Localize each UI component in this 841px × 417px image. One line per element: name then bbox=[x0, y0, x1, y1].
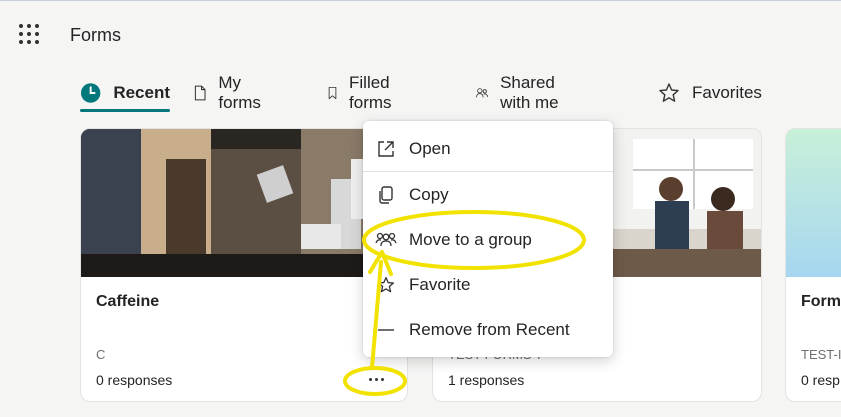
menu-item-move-to-group[interactable]: Move to a group bbox=[363, 220, 613, 260]
more-options-button[interactable] bbox=[363, 369, 389, 389]
menu-item-label: Favorite bbox=[409, 275, 471, 294]
clock-icon bbox=[80, 83, 101, 103]
card-title: Form bbox=[801, 293, 841, 310]
top-bar: Forms bbox=[0, 0, 841, 62]
copy-icon bbox=[379, 186, 393, 204]
card-responses: 1 responses bbox=[448, 372, 525, 388]
card-cover-image bbox=[81, 129, 407, 277]
card-responses: 0 resp bbox=[801, 372, 840, 388]
card-cover-image bbox=[786, 129, 841, 277]
card-owner: TEST-I bbox=[801, 347, 841, 362]
card-responses: 0 responses bbox=[96, 372, 173, 388]
menu-item-favorite[interactable]: Favorite bbox=[363, 265, 613, 305]
menu-item-label: Copy bbox=[409, 185, 449, 204]
tab-my-forms[interactable]: My forms bbox=[194, 73, 267, 112]
menu-item-open[interactable]: Open bbox=[363, 129, 613, 169]
tab-label: My forms bbox=[218, 73, 261, 112]
tab-label: Filled forms bbox=[349, 73, 392, 112]
app-title[interactable]: Forms bbox=[70, 25, 121, 46]
card-title: Caffeine bbox=[96, 293, 160, 310]
group-icon bbox=[375, 232, 397, 247]
tab-label: Recent bbox=[113, 83, 170, 102]
app-launcher-icon[interactable] bbox=[19, 24, 39, 44]
star-icon bbox=[377, 276, 395, 293]
card-owner: C bbox=[96, 347, 106, 362]
menu-item-copy[interactable]: Copy bbox=[363, 175, 613, 215]
people-icon bbox=[476, 88, 488, 98]
context-menu: Open Copy Move to a group Favorite Remov… bbox=[363, 121, 613, 357]
minus-icon bbox=[378, 329, 394, 331]
tab-label: Favorites bbox=[692, 83, 762, 102]
tab-filled-forms[interactable]: Filled forms bbox=[328, 73, 399, 112]
open-external-icon bbox=[378, 141, 394, 157]
menu-divider bbox=[363, 171, 613, 172]
tab-shared-with-me[interactable]: Shared with me bbox=[476, 73, 565, 112]
tab-label: Shared with me bbox=[500, 73, 559, 112]
menu-item-remove-from-recent[interactable]: Remove from Recent bbox=[363, 310, 613, 350]
menu-item-label: Move to a group bbox=[409, 230, 532, 249]
star-icon bbox=[659, 83, 679, 102]
form-card[interactable]: Form TEST-I 0 resp bbox=[785, 128, 841, 402]
menu-item-label: Open bbox=[409, 139, 451, 158]
document-icon bbox=[194, 85, 206, 101]
tab-recent[interactable]: Recent bbox=[80, 76, 170, 112]
bookmark-icon bbox=[328, 86, 337, 100]
menu-item-label: Remove from Recent bbox=[409, 320, 570, 339]
tab-favorites[interactable]: Favorites bbox=[658, 76, 762, 110]
form-card[interactable]: Caffeine C 0 responses bbox=[80, 128, 408, 402]
